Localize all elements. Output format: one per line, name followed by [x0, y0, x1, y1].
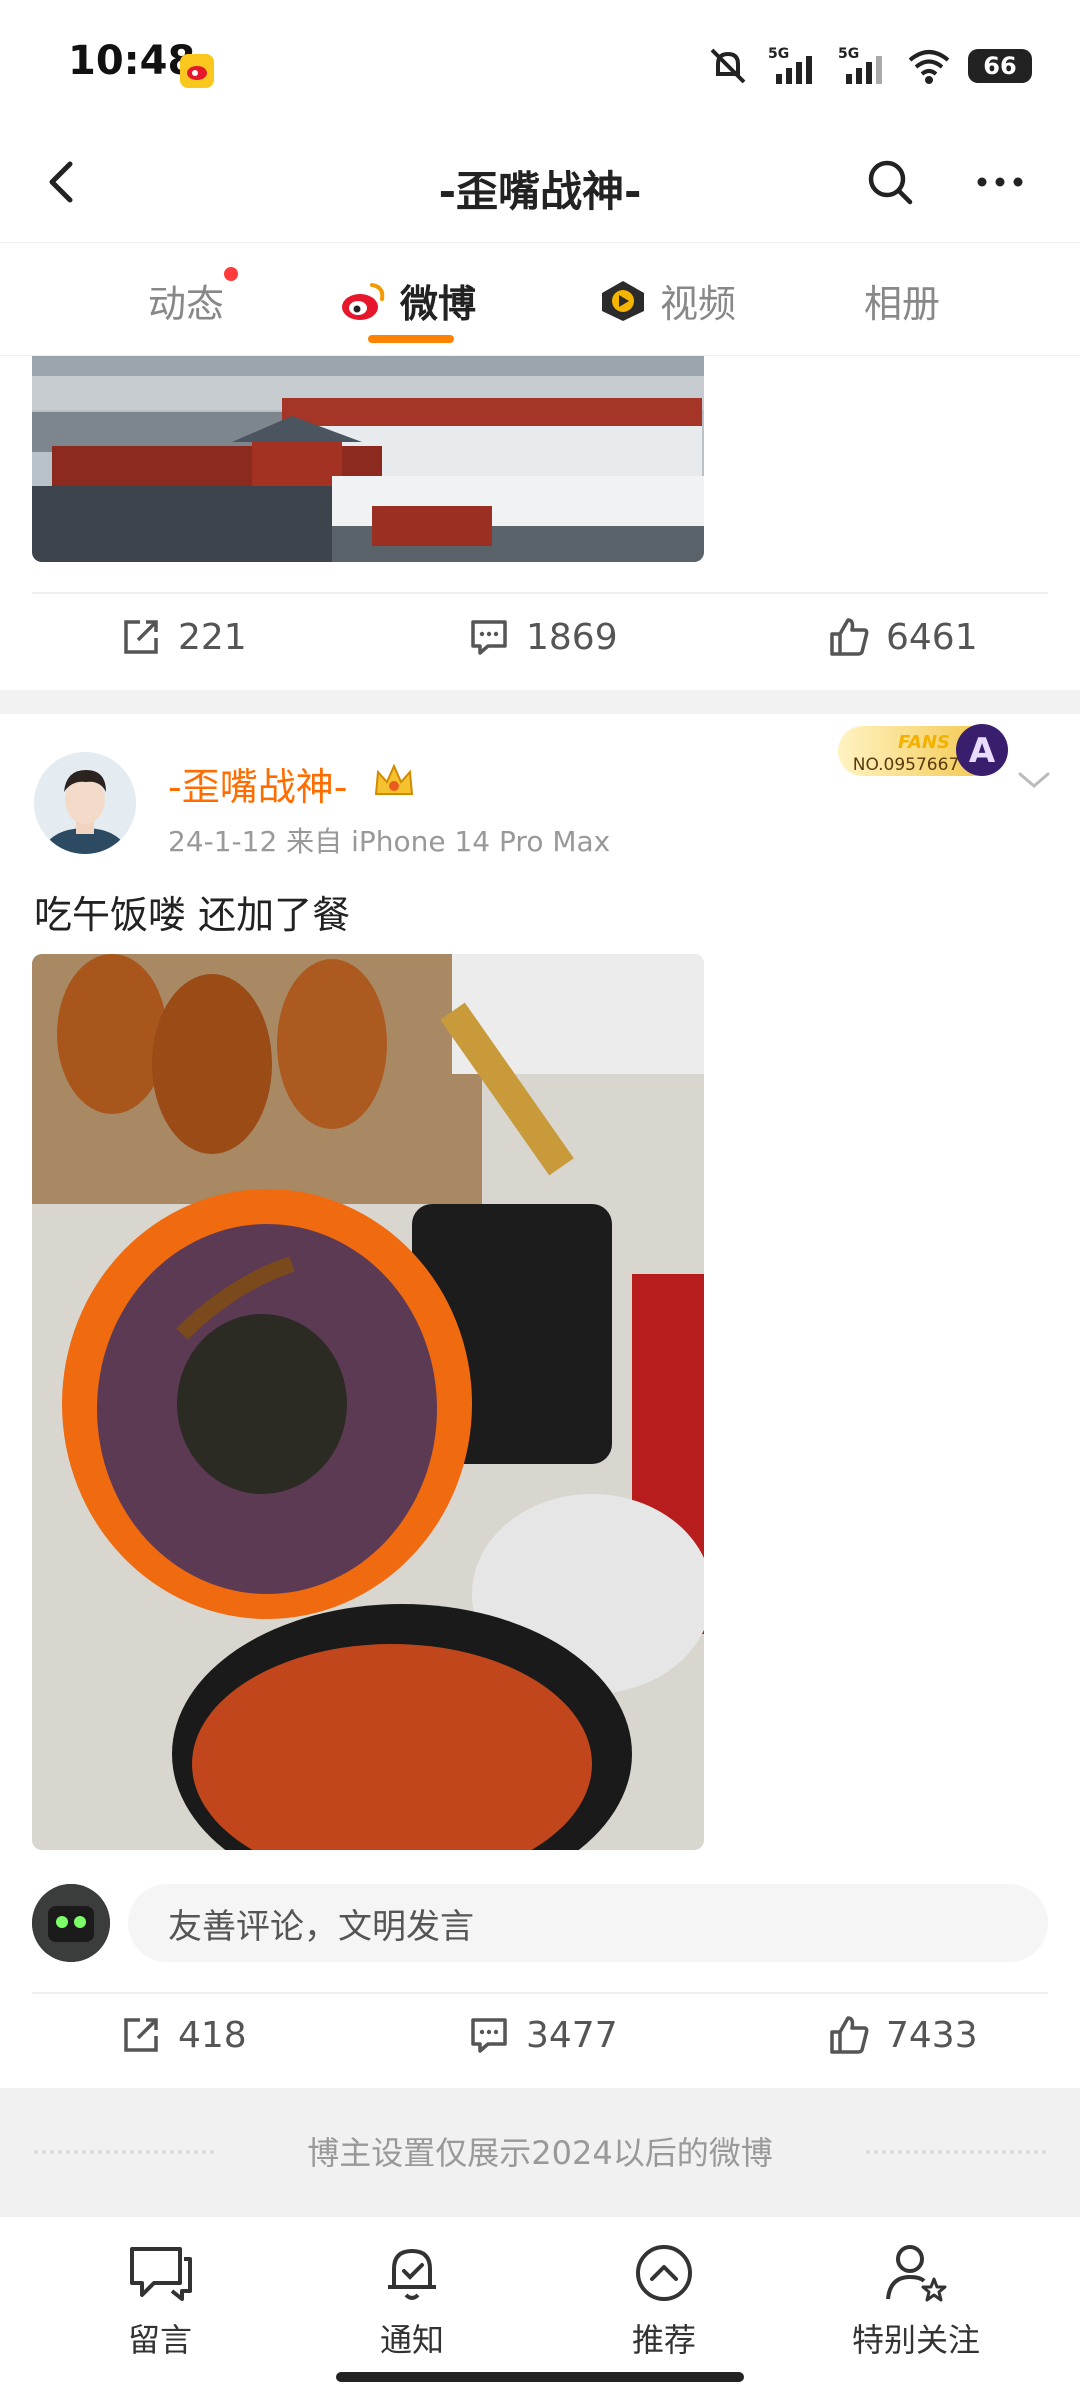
- active-tab-indicator: [368, 335, 454, 343]
- avatar[interactable]: [34, 752, 136, 854]
- message-icon: [130, 2247, 192, 2301]
- like-count: 6461: [886, 616, 978, 658]
- user-star-icon: [886, 2245, 947, 2302]
- dotted-divider: [866, 2150, 1046, 2154]
- repost-button[interactable]: 418: [120, 2014, 247, 2056]
- thumbs-up-icon: [830, 2016, 869, 2054]
- nav-label: 推荐: [631, 2321, 696, 2359]
- like-button[interactable]: 7433: [828, 2014, 978, 2056]
- comment-icon: [471, 2018, 507, 2053]
- comment-count: 1869: [526, 616, 618, 658]
- repost-button[interactable]: 221: [120, 616, 247, 658]
- status-bar: 10:48 5G 5G 66: [0, 0, 1080, 130]
- status-time: 10:48: [68, 38, 196, 84]
- svg-text:FANS: FANS: [898, 732, 950, 753]
- svg-text:A: A: [969, 731, 996, 771]
- comment-button[interactable]: 3477: [468, 2014, 618, 2056]
- post-image-palace[interactable]: [32, 356, 704, 562]
- search-icon[interactable]: [860, 152, 920, 212]
- more-icon[interactable]: [970, 152, 1030, 212]
- repost-icon: [124, 620, 158, 654]
- tab-weibo[interactable]: 微博: [338, 273, 476, 328]
- nav-label: 留言: [127, 2321, 192, 2359]
- comment-count: 3477: [526, 2014, 618, 2056]
- tab-label: 相册: [864, 282, 941, 326]
- status-icons: 5G 5G 66: [706, 42, 1032, 90]
- wifi-icon: [908, 50, 950, 84]
- nav-recommend[interactable]: 推荐: [574, 2237, 754, 2361]
- post-separator: [0, 690, 1080, 714]
- battery-indicator: 66: [968, 49, 1032, 83]
- post-text: 吃午饭喽 还加了餐: [34, 893, 351, 937]
- profile-header: -歪嘴战神-: [0, 130, 1080, 240]
- post-action-bar: 418 3477 7433: [0, 1994, 1080, 2084]
- nav-label: 特别关注: [851, 2321, 980, 2359]
- post-meta: 24-1-12 来自 iPhone 14 Pro Max: [168, 825, 611, 858]
- tab-album[interactable]: 相册: [864, 273, 940, 328]
- profile-tabs: 动态 微博 视频 相册: [0, 242, 1080, 356]
- chevron-up-circle-icon: [636, 2245, 692, 2301]
- tab-dynamics[interactable]: 动态: [148, 267, 239, 328]
- repost-count: 221: [178, 616, 247, 658]
- tab-label: 动态: [148, 282, 225, 326]
- nav-special-follow[interactable]: 特别关注: [826, 2237, 1006, 2361]
- svg-text:NO.0957667: NO.0957667: [853, 755, 960, 775]
- post-image-lunch[interactable]: [32, 954, 704, 1850]
- repost-count: 418: [178, 2014, 247, 2056]
- bell-check-icon: [388, 2249, 436, 2300]
- signal-icon: 5G: [768, 46, 812, 84]
- nav-notify[interactable]: 通知: [322, 2237, 502, 2361]
- svg-text:5G: 5G: [838, 46, 859, 62]
- chevron-down-icon[interactable]: [1014, 760, 1054, 800]
- weibo-logo-icon: [342, 282, 385, 320]
- like-count: 7433: [886, 2014, 978, 2056]
- comment-icon: [471, 620, 507, 655]
- divider: [32, 592, 1048, 594]
- tab-label: 微博: [400, 282, 477, 326]
- author-name[interactable]: -歪嘴战神-: [168, 756, 347, 811]
- thumbs-up-icon: [830, 618, 869, 656]
- fans-badge[interactable]: FANS NO.0957667 A: [836, 716, 1012, 782]
- nav-message-board[interactable]: 留言: [70, 2237, 250, 2361]
- user-avatar[interactable]: [32, 1884, 110, 1962]
- comment-button[interactable]: 1869: [468, 616, 618, 658]
- tab-video[interactable]: 视频: [598, 273, 736, 328]
- signal-icon: 5G: [838, 46, 882, 84]
- post-action-bar: 221 1869 6461: [0, 596, 1080, 686]
- video-icon: [602, 280, 644, 321]
- mute-icon: [710, 48, 746, 84]
- nav-label: 通知: [379, 2321, 444, 2359]
- svg-text:5G: 5G: [768, 46, 789, 62]
- repost-icon: [124, 2018, 158, 2052]
- home-indicator[interactable]: [336, 2372, 744, 2382]
- visibility-notice: 博主设置仅展示2024以后的微博: [0, 2088, 1080, 2216]
- crown-icon: [372, 760, 416, 800]
- comment-input[interactable]: 友善评论，文明发言: [128, 1884, 1048, 1962]
- tab-label: 视频: [660, 282, 737, 326]
- weibo-notification-icon: [180, 54, 214, 88]
- notification-dot: [224, 267, 239, 281]
- like-button[interactable]: 6461: [828, 616, 978, 658]
